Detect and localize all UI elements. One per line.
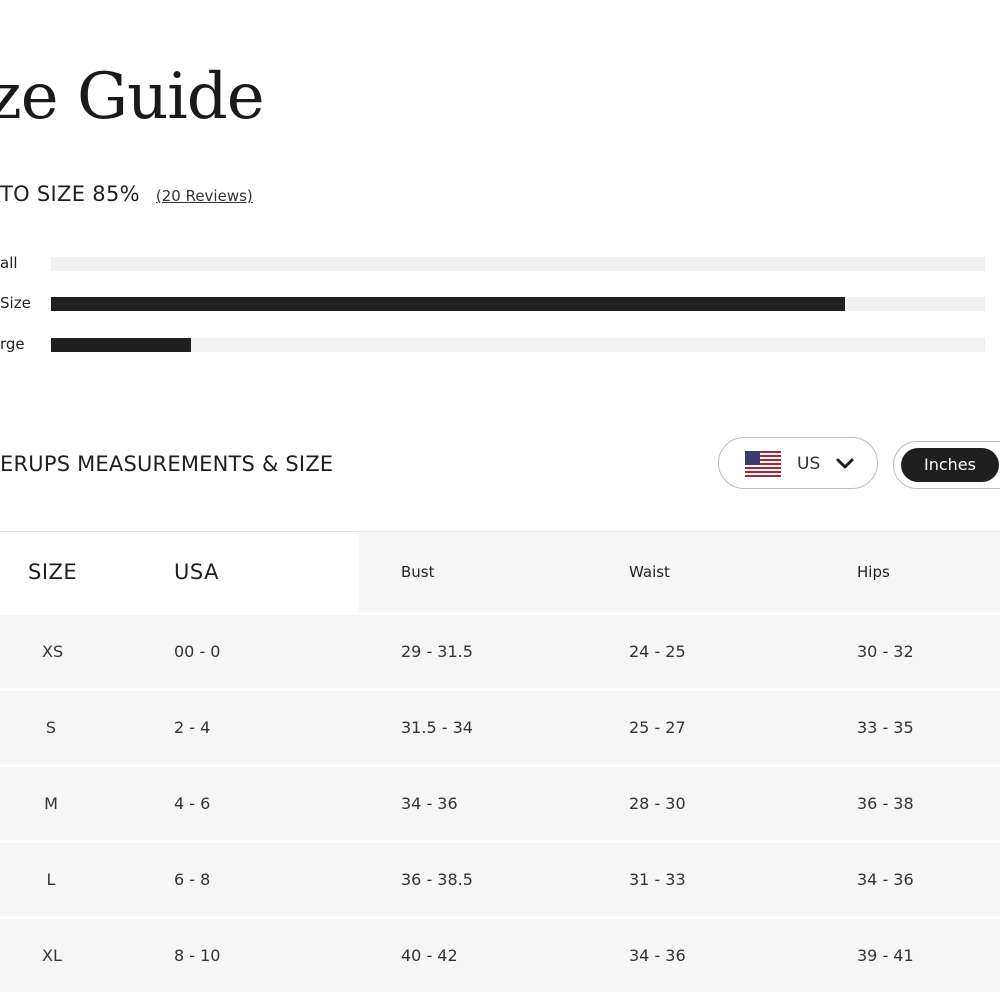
cell-usa: 8 - 10 — [174, 946, 221, 965]
fit-heading: TO SIZE 85% — [0, 182, 140, 206]
cell-usa: 4 - 6 — [174, 794, 211, 813]
cell-usa: 6 - 8 — [174, 870, 211, 889]
fit-bar-track — [51, 338, 985, 352]
table-row: XL 8 - 10 40 - 42 34 - 36 39 - 41 — [0, 919, 1000, 992]
measurements-heading: ERUPS MEASUREMENTS & SIZE — [0, 452, 334, 476]
cell-usa: 2 - 4 — [174, 718, 211, 737]
page-title: ze Guide — [0, 59, 265, 134]
table-row: S 2 - 4 31.5 - 34 25 - 27 33 - 35 — [0, 691, 1000, 764]
fit-bar-row-true-to-size: Size — [0, 292, 1000, 314]
cell-bust: 31.5 - 34 — [401, 718, 473, 737]
table-header: SIZE USA Bust Waist Hips — [0, 531, 1000, 612]
cell-bust: 34 - 36 — [401, 794, 458, 813]
cell-waist: 34 - 36 — [629, 946, 686, 965]
chevron-down-icon — [836, 458, 854, 469]
fit-bar-label: Size — [0, 294, 31, 312]
unit-inches-button[interactable]: Inches — [901, 448, 999, 482]
header-size: SIZE — [28, 560, 78, 584]
region-selected-label: US — [797, 454, 821, 474]
cell-size: XS — [42, 642, 64, 661]
fit-bar-row-large: rge — [0, 333, 1000, 355]
cell-hips: 34 - 36 — [857, 870, 914, 889]
fit-bar-label: rge — [0, 335, 25, 353]
cell-hips: 30 - 32 — [857, 642, 914, 661]
cell-size: S — [45, 718, 57, 737]
cell-waist: 24 - 25 — [629, 642, 686, 661]
reviews-link[interactable]: (20 Reviews) — [156, 187, 253, 205]
size-guide-page: ze Guide TO SIZE 85% (20 Reviews) all Si… — [0, 0, 1000, 1000]
fit-bar-track — [51, 257, 985, 271]
cell-hips: 33 - 35 — [857, 718, 914, 737]
region-select[interactable]: US — [718, 437, 878, 489]
unit-toggle: Inches — [893, 441, 1000, 489]
fit-bar-fill — [51, 297, 845, 311]
cell-usa: 00 - 0 — [174, 642, 221, 661]
fit-bar-fill — [51, 338, 192, 352]
cell-size: M — [44, 794, 58, 813]
cell-size: XL — [42, 946, 62, 965]
cell-hips: 39 - 41 — [857, 946, 914, 965]
cell-bust: 40 - 42 — [401, 946, 458, 965]
cell-waist: 28 - 30 — [629, 794, 686, 813]
fit-summary: TO SIZE 85% (20 Reviews) — [0, 182, 253, 206]
header-hips: Hips — [857, 563, 890, 581]
cell-bust: 29 - 31.5 — [401, 642, 473, 661]
cell-size: L — [46, 870, 56, 889]
header-usa: USA — [174, 560, 219, 584]
cell-waist: 25 - 27 — [629, 718, 686, 737]
table-row: L 6 - 8 36 - 38.5 31 - 33 34 - 36 — [0, 843, 1000, 916]
table-row: XS 00 - 0 29 - 31.5 24 - 25 30 - 32 — [0, 615, 1000, 688]
header-bust: Bust — [401, 563, 435, 581]
fit-bar-track — [51, 297, 985, 311]
fit-bar-label: all — [0, 254, 18, 272]
cell-bust: 36 - 38.5 — [401, 870, 473, 889]
table-row: M 4 - 6 34 - 36 28 - 30 36 - 38 — [0, 767, 1000, 840]
cell-hips: 36 - 38 — [857, 794, 914, 813]
header-waist: Waist — [629, 563, 670, 581]
fit-bar-row-small: all — [0, 252, 1000, 274]
us-flag-icon — [745, 451, 781, 477]
cell-waist: 31 - 33 — [629, 870, 686, 889]
size-table: SIZE USA Bust Waist Hips XS 00 - 0 29 - … — [0, 531, 1000, 992]
